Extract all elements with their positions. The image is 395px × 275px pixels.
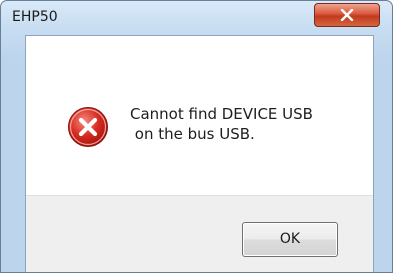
- button-bar: OK: [26, 195, 373, 272]
- error-message: Cannot find DEVICE USB on the bus USB.: [130, 105, 313, 143]
- close-icon: [340, 9, 354, 21]
- ok-button[interactable]: OK: [242, 222, 338, 257]
- message-area: Cannot find DEVICE USB on the bus USB.: [26, 36, 373, 195]
- title-bar[interactable]: EHP50: [1, 1, 392, 35]
- dialog-body: Cannot find DEVICE USB on the bus USB. O…: [25, 35, 374, 272]
- error-dialog-window: EHP50 Cannot find DEVICE USB on the bus …: [0, 0, 393, 273]
- close-button[interactable]: [314, 3, 380, 27]
- error-icon: [68, 107, 108, 147]
- window-title: EHP50: [12, 9, 58, 25]
